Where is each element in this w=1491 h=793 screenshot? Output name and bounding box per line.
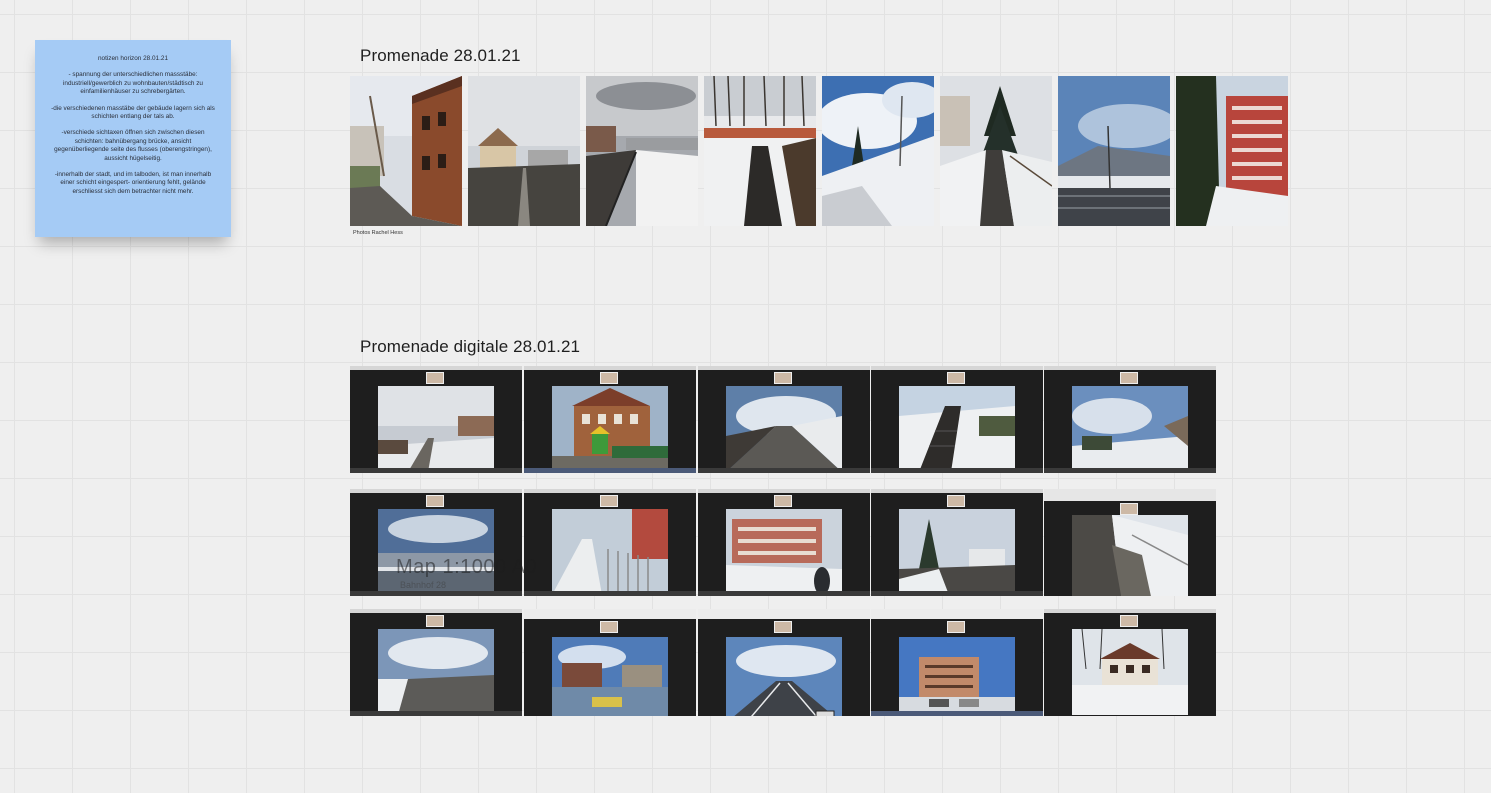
section-title-promenade[interactable]: Promenade 28.01.21: [360, 46, 521, 66]
screenshot-thumbnail[interactable]: [524, 489, 696, 596]
photo-7[interactable]: [1058, 76, 1170, 226]
webcam-thumbnail: [947, 621, 965, 633]
webcam-thumbnail: [426, 495, 444, 507]
webcam-thumbnail: [426, 372, 444, 384]
sticky-note-paragraph: -innerhalb der stadt, und im talboden, i…: [54, 171, 212, 195]
webcam-thumbnail: [774, 372, 792, 384]
webcam-thumbnail: [1120, 503, 1138, 515]
screenshot-thumbnail[interactable]: [1044, 489, 1216, 596]
sticky-note-paragraph: -verschiede sichtaxen öffnen sich zwisch…: [54, 129, 212, 162]
section-title-promenade-digitale[interactable]: Promenade digitale 28.01.21: [360, 337, 580, 357]
screenshot-thumbnail[interactable]: [1044, 366, 1216, 473]
sticky-note[interactable]: notizen horizon 28.01.21 - spannung der …: [35, 40, 231, 237]
photo-5[interactable]: [822, 76, 934, 226]
screenshot-thumbnail[interactable]: [350, 609, 522, 716]
webcam-thumbnail: [600, 372, 618, 384]
photo-6[interactable]: [940, 76, 1052, 226]
webcam-thumbnail: [1120, 615, 1138, 627]
photo-8[interactable]: [1176, 76, 1288, 226]
screenshot-thumbnail[interactable]: [871, 489, 1043, 596]
screenshot-thumbnail[interactable]: [524, 366, 696, 473]
webcam-thumbnail: [947, 495, 965, 507]
map-overlay-sublabel: Bahnhof 28: [400, 580, 447, 590]
screenshot-thumbnail[interactable]: [1044, 609, 1216, 716]
webcam-thumbnail: [600, 621, 618, 633]
webcam-thumbnail: [774, 621, 792, 633]
map-overlay-label[interactable]: Map 1:1000 A0: [396, 556, 537, 579]
photo-1[interactable]: [350, 76, 462, 226]
webcam-thumbnail: [947, 372, 965, 384]
screenshot-thumbnail[interactable]: [698, 489, 870, 596]
screenshot-thumbnail[interactable]: [871, 609, 1043, 716]
screenshot-thumbnail[interactable]: [871, 366, 1043, 473]
webcam-thumbnail: [600, 495, 618, 507]
sticky-note-title: notizen horizon 28.01.21: [98, 55, 168, 62]
webcam-thumbnail: [774, 495, 792, 507]
screenshot-thumbnail[interactable]: [698, 366, 870, 473]
photo-2[interactable]: [468, 76, 580, 226]
sticky-note-paragraph: -die verschiedenen masstäbe der gebäude …: [51, 104, 215, 121]
webcam-thumbnail: [1120, 372, 1138, 384]
screenshot-thumbnail[interactable]: [350, 366, 522, 473]
photo-3[interactable]: [586, 76, 698, 226]
screenshot-thumbnail[interactable]: [698, 609, 870, 716]
photo-4[interactable]: [704, 76, 816, 226]
sticky-note-paragraph: - spannung der unterschiedlichen massstä…: [63, 71, 203, 96]
photo-credit-caption: Photos Rachel Hess: [353, 230, 403, 236]
webcam-thumbnail: [426, 615, 444, 627]
screenshot-thumbnail[interactable]: [524, 609, 696, 716]
